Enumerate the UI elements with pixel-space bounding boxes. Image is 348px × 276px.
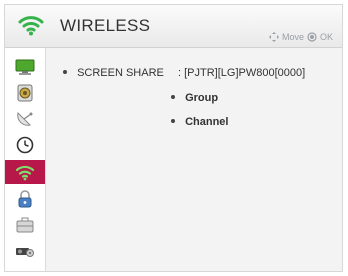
speaker-icon (17, 84, 33, 102)
settings-window: WIRELESS Move OK SCREEN SHARE: [PJTR][L… (4, 4, 343, 272)
option-group[interactable]: Group (171, 92, 218, 104)
screen-share-row[interactable]: SCREEN SHARE (63, 67, 164, 79)
sidebar-item-audio[interactable] (10, 82, 40, 104)
navigation-hint: Move OK (268, 32, 333, 42)
option-channel[interactable]: Channel (171, 116, 228, 128)
header: WIRELESS Move OK (5, 5, 342, 48)
screen-share-label: SCREEN SHARE (77, 67, 164, 79)
sidebar-item-projector[interactable] (10, 240, 40, 262)
sidebar-item-wireless[interactable] (5, 160, 45, 184)
option-group-label: Group (185, 92, 219, 104)
hint-move-label: Move (281, 32, 304, 42)
wifi-icon (18, 14, 44, 36)
briefcase-icon (16, 217, 34, 233)
clock-icon (16, 136, 34, 154)
satellite-dish-icon (17, 112, 33, 126)
bullet (63, 70, 67, 75)
projector-settings-icon (16, 248, 34, 257)
category-sidebar (5, 48, 46, 271)
sidebar-item-picture[interactable] (10, 56, 40, 78)
hint-ok-label: OK (319, 32, 333, 42)
ok-button-icon (307, 32, 317, 42)
sidebar-item-time[interactable] (10, 134, 40, 156)
sidebar-item-lock[interactable] (10, 188, 40, 210)
lock-icon (18, 190, 32, 208)
move-arrows-icon (268, 32, 279, 42)
sidebar-item-channel[interactable] (10, 108, 40, 130)
bullet (171, 119, 175, 124)
page-title: WIRELESS (60, 16, 151, 35)
wifi-icon (15, 165, 35, 181)
sidebar-item-option[interactable] (10, 214, 40, 236)
monitor-icon (15, 59, 35, 75)
bullet (171, 95, 175, 100)
option-channel-label: Channel (185, 116, 229, 128)
screen-share-value: : [PJTR][LG]PW800[0000] (178, 67, 306, 79)
